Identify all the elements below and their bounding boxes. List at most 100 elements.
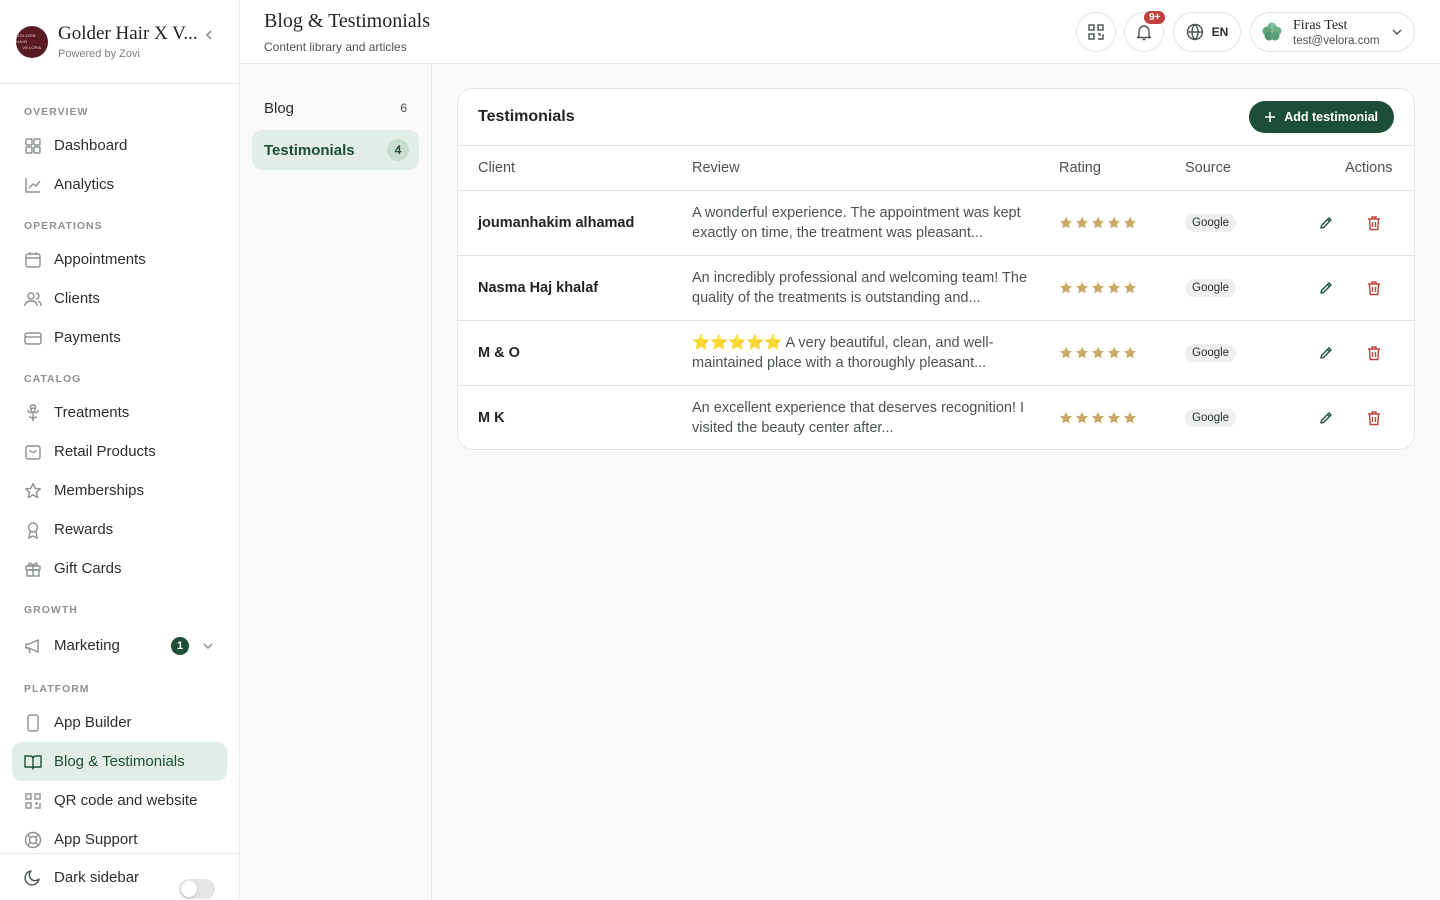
flower-icon <box>27 403 39 421</box>
brand-logo-line2: VELORA <box>22 44 42 50</box>
sidebar-item-payments[interactable]: Payments <box>12 318 227 357</box>
pencil-icon[interactable] <box>1318 215 1334 231</box>
lifebuoy-icon <box>24 831 42 848</box>
sidebar-item-analytics[interactable]: Analytics <box>12 165 227 204</box>
table-header: Client Review Rating Source Actions <box>458 146 1414 191</box>
star-icon <box>1092 281 1104 294</box>
client-name: M & O <box>478 345 520 361</box>
table-body: joumanhakim alhamad A wonderful experien… <box>458 191 1414 449</box>
dark-sidebar-toggle[interactable] <box>179 879 215 899</box>
sidebar-item-label: App Builder <box>54 714 132 731</box>
star-icon <box>1076 346 1088 359</box>
qr-button[interactable] <box>1076 12 1116 52</box>
trash-icon[interactable] <box>1367 215 1381 231</box>
sidebar: GOLDEN HAIR VELORA Golder Hair X V... Po… <box>0 0 240 900</box>
sidebar-item-app-builder[interactable]: App Builder <box>12 703 227 742</box>
brand: GOLDEN HAIR VELORA Golder Hair X V... Po… <box>0 0 239 84</box>
star-icon <box>1092 411 1104 424</box>
star-icon <box>1092 346 1104 359</box>
rating-stars <box>1059 216 1137 230</box>
trash-icon[interactable] <box>1367 345 1381 361</box>
subnav-blog[interactable]: Blog 6 <box>252 88 419 128</box>
section-catalog: CATALOG <box>24 373 82 385</box>
card-title: Testimonials <box>478 108 575 125</box>
dashboard-icon <box>25 137 41 154</box>
sidebar-item-gift-cards[interactable]: Gift Cards <box>12 549 227 588</box>
sidebar-item-appointments[interactable]: Appointments <box>12 240 227 279</box>
qr-code-icon <box>1088 24 1104 40</box>
sidebar-footer: Dark sidebar <box>0 853 240 900</box>
sidebar-item-label: Blog & Testimonials <box>54 753 185 770</box>
review-text: ⭐⭐⭐⭐⭐ A very beautiful, clean, and well-… <box>692 335 994 371</box>
sidebar-item-rewards[interactable]: Rewards <box>12 510 227 549</box>
star-icon <box>1092 216 1104 229</box>
trash-icon[interactable] <box>1367 280 1381 296</box>
subnav-testimonials[interactable]: Testimonials 4 <box>252 130 419 170</box>
sidebar-item-blog-testimonials[interactable]: Blog & Testimonials <box>12 742 227 781</box>
user-name: Firas Test <box>1293 17 1348 33</box>
user-email: test@velora.com <box>1293 34 1380 47</box>
subnav-count: 4 <box>387 139 409 161</box>
sidebar-item-treatments[interactable]: Treatments <box>12 393 227 432</box>
sidebar-item-label: Clients <box>54 290 100 307</box>
table-row: joumanhakim alhamad A wonderful experien… <box>458 191 1414 256</box>
sidebar-item-dashboard[interactable]: Dashboard <box>12 126 227 165</box>
chevron-down-icon[interactable] <box>202 640 214 652</box>
star-icon <box>1108 411 1120 424</box>
table-row: M K An excellent experience that deserve… <box>458 386 1414 449</box>
user-menu[interactable]: Firas Test test@velora.com <box>1250 12 1415 52</box>
star-icon <box>1060 281 1072 294</box>
pencil-icon[interactable] <box>1318 345 1334 361</box>
page-subtitle: Content library and articles <box>264 40 407 54</box>
star-icon <box>1060 216 1072 229</box>
column-review: Review <box>692 160 740 176</box>
smartphone-icon <box>27 713 39 732</box>
credit-card-icon <box>24 331 42 345</box>
shopping-bag-icon <box>25 444 41 460</box>
notifications-button[interactable]: 9+ <box>1124 11 1166 52</box>
chevron-left-icon[interactable] <box>202 28 216 42</box>
sidebar-item-label: Treatments <box>54 404 130 421</box>
rating-stars <box>1059 411 1137 425</box>
star-icon <box>1076 411 1088 424</box>
chart-line-icon <box>25 177 41 193</box>
subnav-count: 6 <box>400 101 407 115</box>
sidebar-item-label: Memberships <box>54 482 145 499</box>
testimonials-card: Testimonials Add testimonial Client Revi… <box>457 88 1415 450</box>
source-badge: Google <box>1185 279 1237 297</box>
sidebar-item-marketing[interactable]: Marketing 1 <box>12 626 227 665</box>
trash-icon[interactable] <box>1367 410 1381 426</box>
sidebar-item-label: Appointments <box>54 251 146 268</box>
review-text: An incredibly professional and welcoming… <box>692 270 1028 306</box>
brand-logo: GOLDEN HAIR VELORA <box>16 25 48 58</box>
star-icon <box>1124 281 1136 294</box>
sidebar-item-label: Marketing <box>54 637 120 654</box>
star-icon <box>1108 216 1120 229</box>
client-name: M K <box>478 410 505 426</box>
dark-sidebar-label: Dark sidebar <box>54 868 140 886</box>
sidebar-item-qr-code[interactable]: QR code and website <box>12 781 227 820</box>
sidebar-item-memberships[interactable]: Memberships <box>12 471 227 510</box>
source-badge: Google <box>1185 344 1237 362</box>
language-button[interactable]: EN <box>1173 12 1241 52</box>
add-testimonial-button[interactable]: Add testimonial <box>1249 101 1394 133</box>
column-actions: Actions <box>1345 160 1393 176</box>
chevron-down-icon <box>1392 29 1402 36</box>
content-subnav: Blog 6 Testimonials 4 <box>240 64 432 900</box>
pencil-icon[interactable] <box>1318 280 1334 296</box>
qr-code-icon <box>25 792 41 809</box>
marketing-count-badge: 1 <box>171 636 189 655</box>
client-name: Nasma Haj khalaf <box>478 280 599 296</box>
column-client: Client <box>478 160 516 176</box>
powered-by: Powered by Zovi <box>58 48 140 60</box>
section-platform: PLATFORM <box>24 683 90 695</box>
sidebar-item-label: App Support <box>54 831 138 848</box>
brand-logo-line1: GOLDEN HAIR <box>16 32 36 44</box>
language-label: EN <box>1211 25 1229 39</box>
sidebar-item-label: Payments <box>54 329 121 346</box>
star-icon <box>1124 216 1136 229</box>
star-icon <box>25 482 41 498</box>
sidebar-item-retail-products[interactable]: Retail Products <box>12 432 227 471</box>
sidebar-item-clients[interactable]: Clients <box>12 279 227 318</box>
pencil-icon[interactable] <box>1318 410 1334 426</box>
